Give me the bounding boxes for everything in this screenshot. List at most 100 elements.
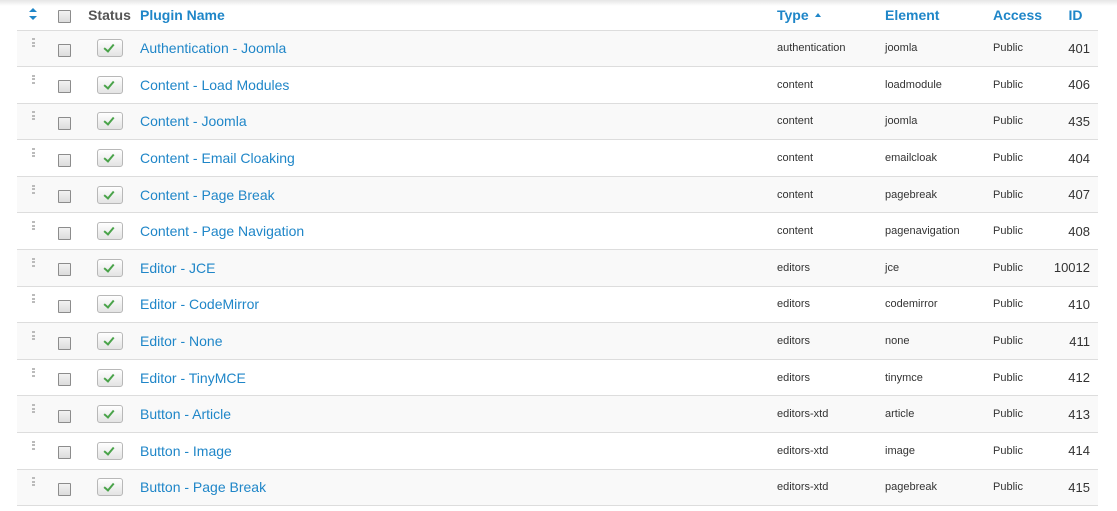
drag-handle-icon[interactable] (31, 367, 35, 379)
plugins-table: Status Plugin Name Type Element Access I… (17, 0, 1098, 507)
status-cell (79, 432, 140, 470)
plugin-name-link[interactable]: Content - Load Modules (140, 77, 289, 93)
name-column-header[interactable]: Plugin Name (140, 0, 777, 31)
type-column-header[interactable]: Type (777, 0, 885, 31)
id-column-header[interactable]: ID (1053, 0, 1098, 31)
status-toggle-button[interactable] (96, 295, 123, 314)
check-icon (102, 78, 115, 90)
row-checkbox[interactable] (57, 299, 71, 313)
plugin-name-link[interactable]: Button - Page Break (140, 479, 266, 495)
select-cell (49, 359, 79, 397)
status-toggle-button[interactable] (96, 149, 123, 168)
row-checkbox[interactable] (57, 226, 71, 240)
sort-by-access-link[interactable]: Access (993, 7, 1042, 23)
element-cell: loadmodule (885, 66, 993, 104)
ordering-column-header[interactable] (17, 0, 49, 31)
status-toggle-button[interactable] (96, 258, 123, 277)
select-cell (49, 176, 79, 214)
drag-handle-icon[interactable] (31, 74, 35, 86)
access-cell: Public (993, 30, 1053, 68)
plugin-name-link[interactable]: Editor - None (140, 333, 222, 349)
row-checkbox[interactable] (57, 409, 71, 423)
select-cell (49, 322, 79, 360)
type-cell: content (777, 176, 885, 214)
table-row: Editor - JCE editors jce Public 10012 (17, 249, 1098, 287)
table-row: Editor - CodeMirror editors codemirror Publ… (17, 286, 1098, 324)
type-cell: content (777, 66, 885, 104)
drag-handle-icon[interactable] (31, 477, 35, 488)
element-cell: pagebreak (885, 469, 993, 507)
drag-handle-icon[interactable] (31, 257, 35, 269)
row-checkbox[interactable] (57, 190, 71, 204)
drag-handle-icon[interactable] (31, 38, 35, 49)
plugin-name-link[interactable]: Content - Page Break (140, 187, 275, 203)
status-cell (79, 359, 140, 397)
drag-handle-icon[interactable] (31, 148, 35, 159)
type-cell: content (777, 103, 885, 141)
status-toggle-button[interactable] (96, 222, 123, 241)
check-icon (102, 114, 115, 127)
drag-handle-icon[interactable] (31, 404, 35, 415)
drag-handle-icon[interactable] (31, 294, 35, 305)
plugin-name-link[interactable]: Button - Article (140, 406, 231, 422)
drag-handle-icon[interactable] (31, 440, 35, 452)
sort-by-type-link[interactable]: Type (777, 7, 809, 23)
status-toggle-button[interactable] (96, 478, 123, 497)
row-checkbox[interactable] (57, 482, 71, 496)
row-checkbox[interactable] (57, 153, 71, 167)
drag-handle-icon[interactable] (31, 184, 35, 196)
element-cell: emailcloak (885, 139, 993, 177)
plugin-name-link[interactable]: Editor - TinyMCE (140, 370, 246, 386)
status-toggle-button[interactable] (96, 332, 123, 351)
access-cell: Public (993, 176, 1053, 214)
status-toggle-button[interactable] (96, 185, 123, 204)
row-checkbox[interactable] (57, 373, 71, 387)
plugin-name-link[interactable]: Button - Image (140, 443, 232, 459)
status-toggle-button[interactable] (96, 75, 123, 94)
status-toggle-button[interactable] (96, 368, 123, 387)
id-cell: 411 (1053, 322, 1098, 360)
plugin-name-link[interactable]: Content - Email Cloaking (140, 150, 295, 166)
drag-handle-icon[interactable] (31, 221, 35, 232)
plugin-name-link[interactable]: Content - Joomla (140, 113, 247, 129)
row-checkbox[interactable] (57, 116, 71, 130)
row-checkbox[interactable] (57, 446, 71, 460)
select-cell (49, 249, 79, 287)
name-cell: Content - Load Modules (140, 66, 777, 104)
plugin-name-link[interactable]: Authentication - Joomla (140, 40, 286, 56)
status-toggle-button[interactable] (96, 441, 123, 460)
sort-by-name-link[interactable]: Plugin Name (140, 7, 225, 23)
row-checkbox[interactable] (57, 263, 71, 277)
sort-by-id-link[interactable]: ID (1069, 7, 1083, 23)
element-cell: joomla (885, 30, 993, 68)
name-cell: Editor - TinyMCE (140, 359, 777, 397)
row-checkbox[interactable] (57, 80, 71, 94)
status-toggle-button[interactable] (96, 405, 123, 424)
plugin-name-link[interactable]: Editor - JCE (140, 260, 215, 276)
element-cell: codemirror (885, 286, 993, 324)
access-cell: Public (993, 103, 1053, 141)
check-all-checkbox[interactable] (57, 9, 71, 23)
status-toggle-button[interactable] (96, 112, 123, 131)
id-cell: 407 (1053, 176, 1098, 214)
check-icon (102, 261, 115, 273)
plugin-name-link[interactable]: Editor - CodeMirror (140, 296, 259, 312)
access-column-header[interactable]: Access (993, 0, 1053, 31)
drag-handle-icon[interactable] (31, 331, 35, 342)
element-column-header[interactable]: Element (885, 0, 993, 31)
drag-cell (17, 176, 49, 214)
id-cell: 408 (1053, 212, 1098, 251)
status-toggle-button[interactable] (96, 39, 123, 58)
table-row: Content - Page Break content pagebreak Publ… (17, 176, 1098, 214)
check-icon (102, 151, 115, 163)
status-cell (79, 103, 140, 141)
id-cell: 415 (1053, 469, 1098, 507)
table-row: Button - Page Break editors-xtd pagebreak P… (17, 469, 1098, 507)
plugin-name-link[interactable]: Content - Page Navigation (140, 223, 304, 239)
row-checkbox[interactable] (57, 336, 71, 350)
sort-ordering-icon[interactable] (29, 7, 37, 20)
access-cell: Public (993, 286, 1053, 324)
row-checkbox[interactable] (57, 43, 71, 57)
drag-handle-icon[interactable] (31, 111, 35, 122)
sort-by-element-link[interactable]: Element (885, 7, 939, 23)
